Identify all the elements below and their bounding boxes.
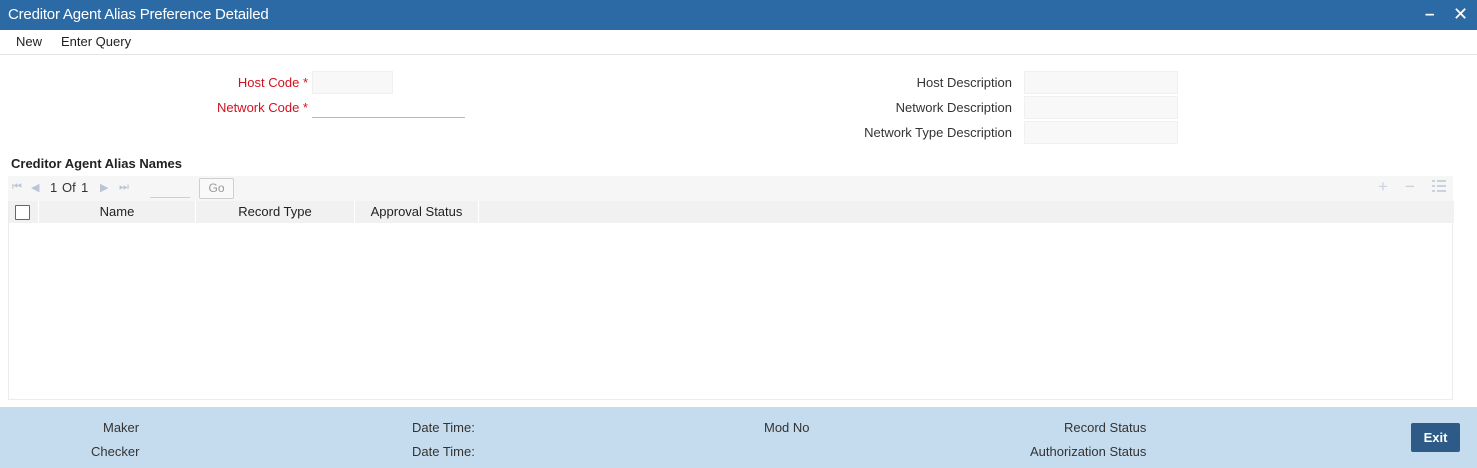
enter-query-menu-item[interactable]: Enter Query: [61, 34, 131, 49]
network-code-label: Network Code *: [216, 100, 308, 115]
current-page-number: 1: [50, 180, 58, 195]
network-description-input[interactable]: [1024, 96, 1178, 119]
window-title-bar: Creditor Agent Alias Preference Detailed…: [0, 0, 1477, 30]
close-icon[interactable]: ✕: [1453, 3, 1468, 25]
window-title: Creditor Agent Alias Preference Detailed: [8, 6, 269, 23]
first-page-icon[interactable]: ⏮: [12, 181, 22, 194]
network-code-input[interactable]: [312, 95, 465, 118]
checker-label: Checker: [91, 444, 140, 459]
maker-date-time-label: Date Time:: [412, 420, 475, 435]
column-header-name[interactable]: Name: [39, 201, 196, 223]
go-button[interactable]: Go: [199, 178, 234, 199]
single-record-view-icon[interactable]: [1432, 179, 1446, 197]
host-description-input[interactable]: [1024, 71, 1178, 94]
minimize-icon[interactable]: –: [1425, 3, 1434, 25]
column-header-approval-status[interactable]: Approval Status: [355, 201, 479, 223]
delete-row-icon[interactable]: −: [1405, 177, 1415, 197]
page-of-label: Of: [62, 180, 76, 195]
checker-date-time-label: Date Time:: [412, 444, 475, 459]
previous-page-icon[interactable]: ◀: [31, 181, 39, 194]
exit-button[interactable]: Exit: [1411, 423, 1460, 452]
maker-label: Maker: [103, 420, 140, 435]
grid-pager: ⏮ ◀ 1 Of 1 ▶ ⏭ Go + −: [8, 176, 1453, 201]
select-all-checkbox[interactable]: [15, 205, 30, 220]
next-page-icon[interactable]: ▶: [100, 181, 108, 194]
host-description-label: Host Description: [916, 75, 1012, 90]
new-menu-item[interactable]: New: [16, 34, 42, 49]
host-code-label: Host Code *: [237, 75, 308, 90]
audit-footer: Maker Checker Date Time: Date Time: Mod …: [0, 407, 1477, 468]
menu-bar: New Enter Query: [0, 30, 1477, 55]
network-type-description-input[interactable]: [1024, 121, 1178, 144]
network-description-label: Network Description: [895, 100, 1012, 115]
grid-header-row: Name Record Type Approval Status: [9, 201, 1454, 223]
alias-names-grid: Name Record Type Approval Status: [8, 201, 1454, 400]
mod-no-label: Mod No: [764, 420, 810, 435]
alias-names-section-title: Creditor Agent Alias Names: [11, 156, 182, 171]
last-page-icon[interactable]: ⏭: [119, 181, 129, 194]
record-status-label: Record Status: [1064, 420, 1147, 435]
add-row-icon[interactable]: +: [1378, 177, 1388, 197]
page-number-input[interactable]: [150, 178, 190, 198]
column-header-record-type[interactable]: Record Type: [196, 201, 355, 223]
authorization-status-label: Authorization Status: [1030, 444, 1147, 459]
total-pages-number: 1: [81, 180, 89, 195]
select-all-cell: [9, 201, 39, 223]
host-code-input[interactable]: [312, 71, 393, 94]
network-type-description-label: Network Type Description: [864, 125, 1012, 140]
